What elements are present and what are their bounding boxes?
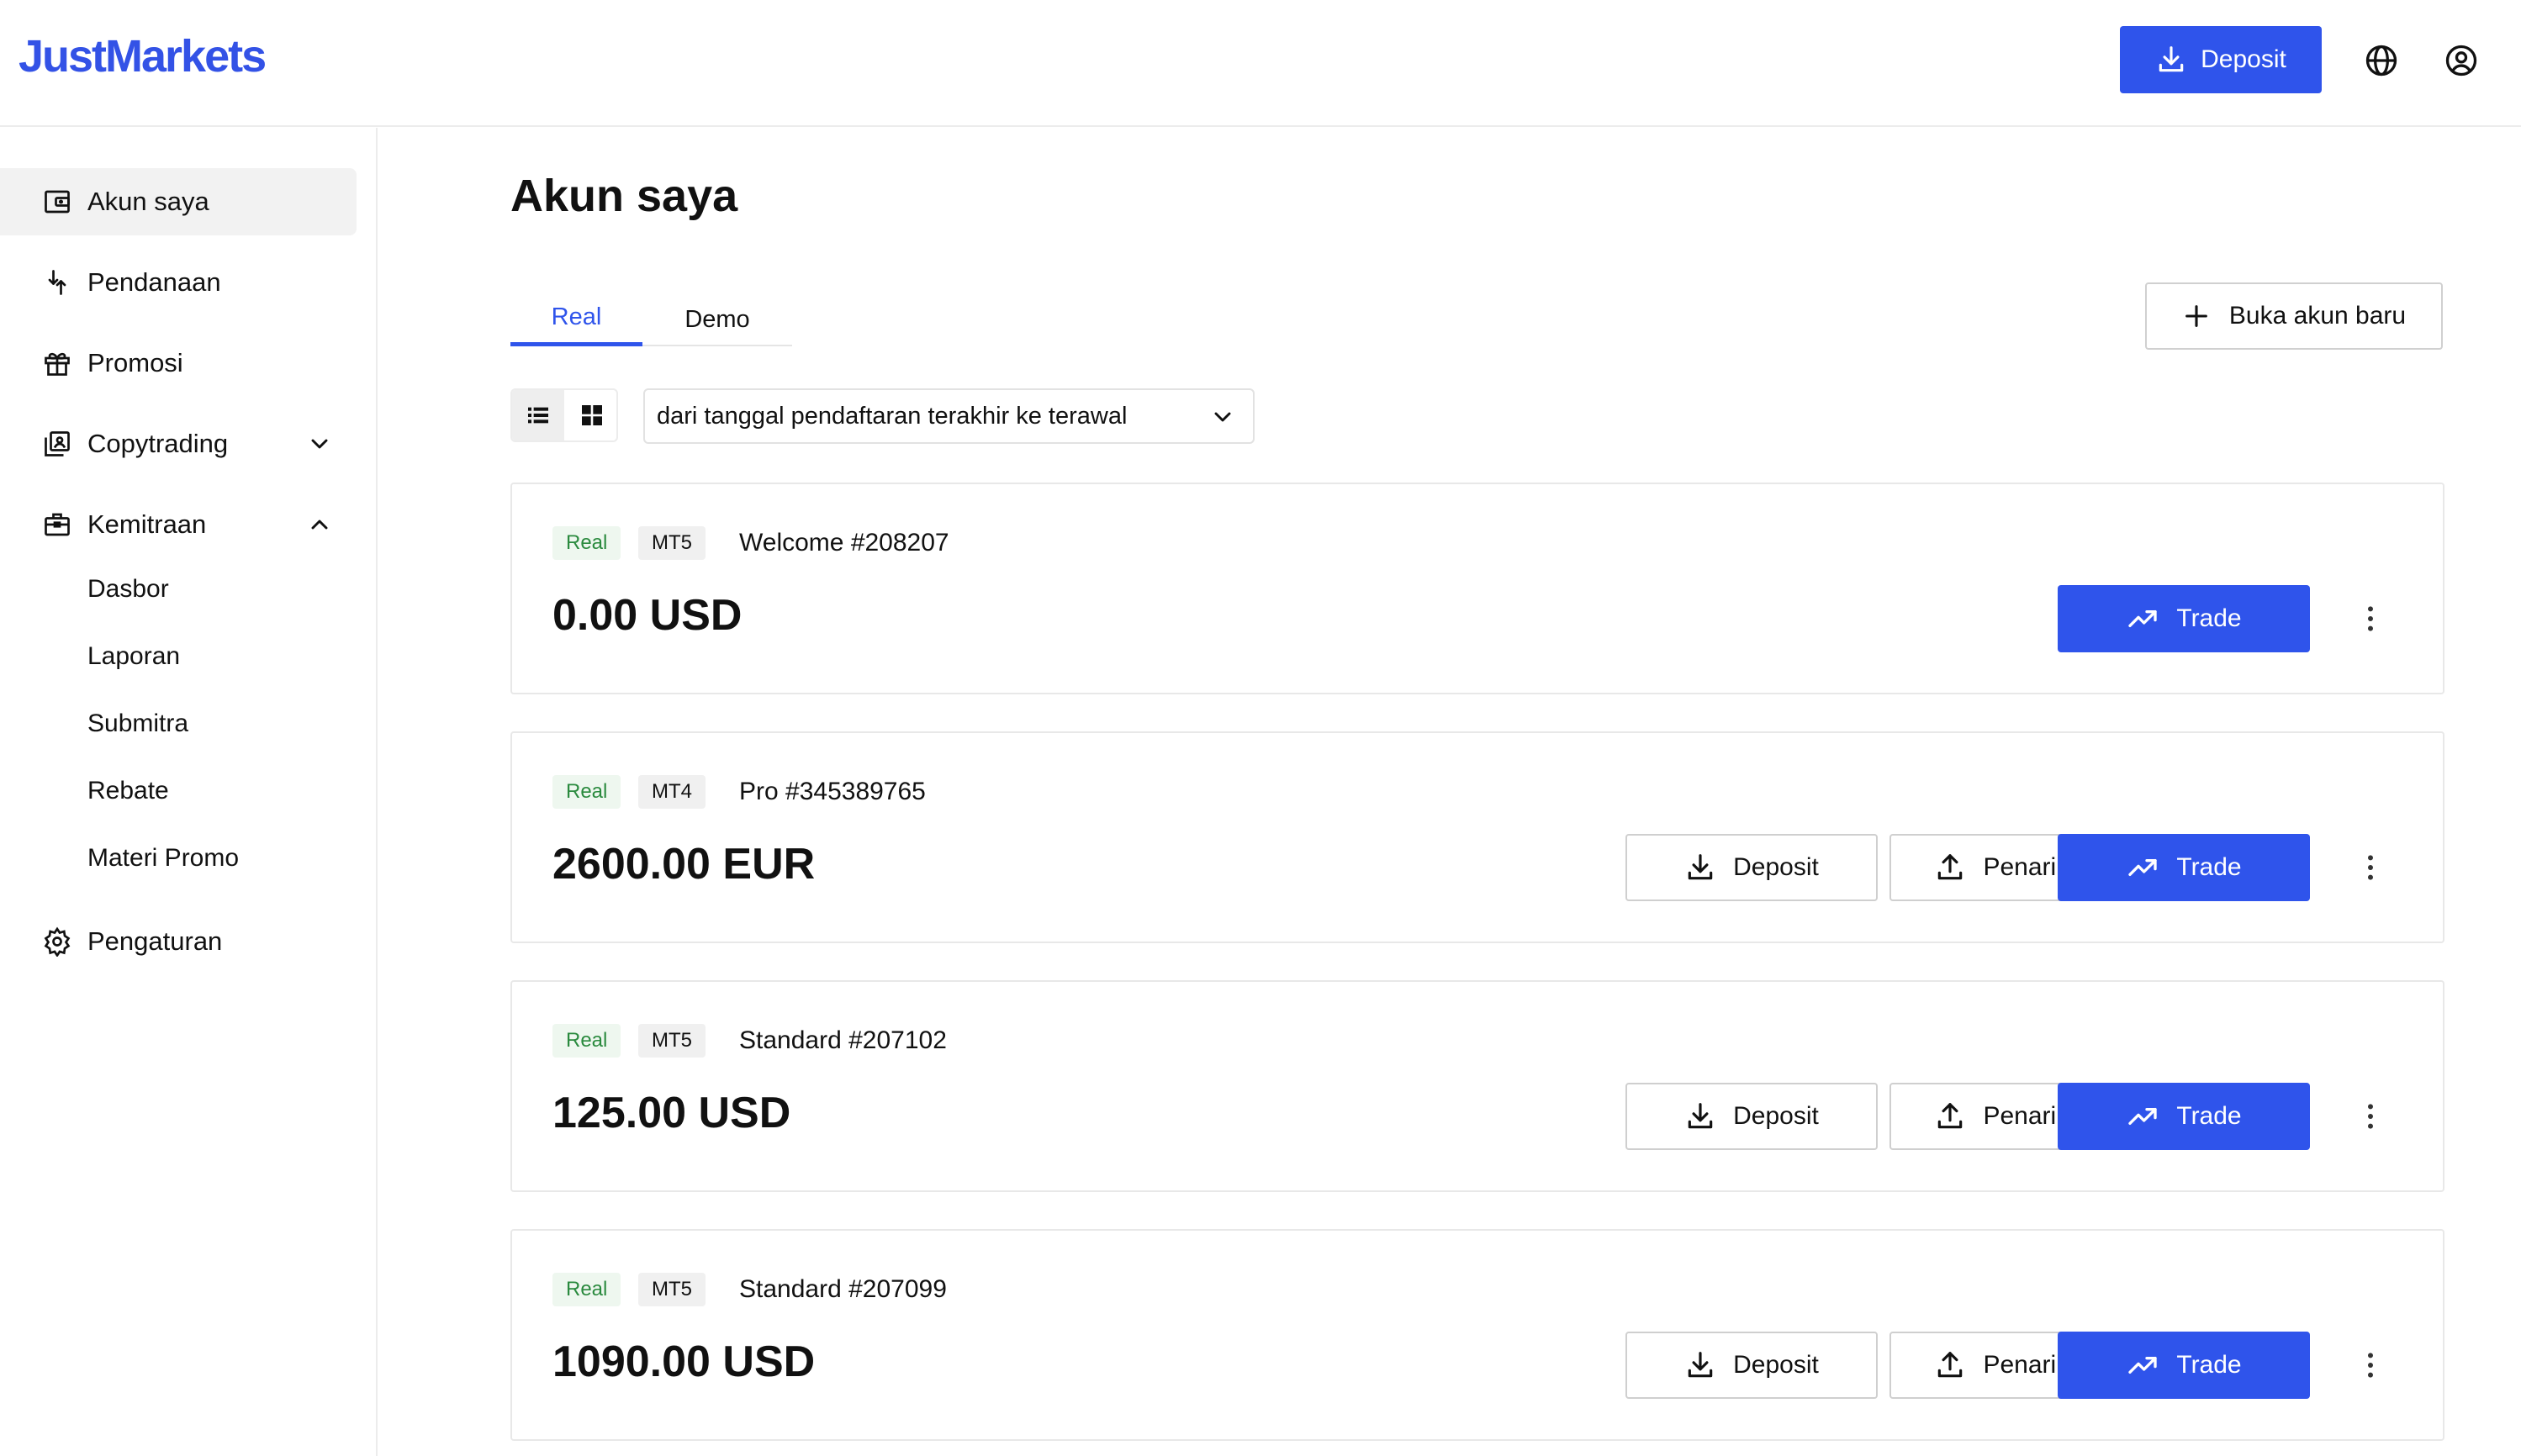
header-deposit-button[interactable]: Deposit xyxy=(2120,26,2322,93)
gift-icon xyxy=(40,346,74,380)
download-icon xyxy=(2155,44,2187,76)
more-options-icon[interactable] xyxy=(2354,602,2387,636)
sidebar: Akun saya Pendanaan Promosi Copytrading … xyxy=(0,128,378,1456)
view-toggle xyxy=(510,388,618,442)
upload-icon xyxy=(1934,1100,1966,1132)
header-deposit-label: Deposit xyxy=(2201,45,2286,73)
sidebar-item-pengaturan[interactable]: Pengaturan xyxy=(0,908,357,975)
trade-label: Trade xyxy=(2176,604,2242,632)
deposit-label: Deposit xyxy=(1733,1351,1819,1379)
trade-button[interactable]: Trade xyxy=(2058,834,2310,901)
account-type-badge: Real xyxy=(552,1273,621,1306)
platform-badge: MT5 xyxy=(638,1024,706,1058)
tab-demo[interactable]: Demo xyxy=(642,293,792,346)
sidebar-subitem-laporan[interactable]: Laporan xyxy=(87,642,180,671)
deposit-button[interactable]: Deposit xyxy=(1625,834,1878,901)
platform-badge: MT4 xyxy=(638,775,706,809)
account-card: Real MT4 Pro #345389765 2600.00 EUR Depo… xyxy=(510,731,2444,943)
sidebar-item-label: Akun saya xyxy=(87,187,209,216)
gear-icon xyxy=(40,925,74,958)
sidebar-subitem-dasbor[interactable]: Dasbor xyxy=(87,575,169,604)
chevron-down-icon[interactable] xyxy=(306,430,333,457)
globe-icon[interactable] xyxy=(2363,42,2400,79)
sidebar-item-copytrading[interactable]: Copytrading xyxy=(0,410,357,477)
sidebar-subitem-materi-promo[interactable]: Materi Promo xyxy=(87,844,239,873)
trade-label: Trade xyxy=(2176,1102,2242,1130)
account-balance: 0.00 USD xyxy=(552,591,743,640)
sidebar-item-promosi[interactable]: Promosi xyxy=(0,330,357,397)
sidebar-item-label: Copytrading xyxy=(87,429,229,458)
sidebar-subitem-submitra[interactable]: Submitra xyxy=(87,710,188,738)
transfer-icon xyxy=(40,266,74,299)
main-content: Akun saya Real Demo Buka akun baru dari … xyxy=(379,128,2521,1456)
upload-icon xyxy=(1934,1349,1966,1381)
sidebar-item-akun-saya[interactable]: Akun saya xyxy=(0,168,357,235)
deposit-button[interactable]: Deposit xyxy=(1625,1083,1878,1150)
sidebar-item-label: Pendanaan xyxy=(87,267,221,297)
account-type-badge: Real xyxy=(552,1024,621,1058)
chevron-down-icon xyxy=(1209,404,1236,430)
trending-up-icon xyxy=(2126,1100,2159,1133)
platform-badge: MT5 xyxy=(638,1273,706,1306)
more-options-icon[interactable] xyxy=(2354,851,2387,884)
tab-real[interactable]: Real xyxy=(510,293,642,346)
account-balance: 1090.00 USD xyxy=(552,1337,816,1386)
sidebar-item-pendanaan[interactable]: Pendanaan xyxy=(0,249,357,316)
more-options-icon[interactable] xyxy=(2354,1348,2387,1382)
trending-up-icon xyxy=(2126,851,2159,884)
trade-button[interactable]: Trade xyxy=(2058,1332,2310,1399)
wallet-icon xyxy=(40,185,74,219)
account-balance: 2600.00 EUR xyxy=(552,840,816,889)
account-type-badge: Real xyxy=(552,775,621,809)
plus-icon xyxy=(2182,302,2211,330)
trade-button[interactable]: Trade xyxy=(2058,585,2310,652)
account-type-badge: Real xyxy=(552,526,621,560)
platform-badge: MT5 xyxy=(638,526,706,560)
sort-select[interactable]: dari tanggal pendaftaran terakhir ke ter… xyxy=(643,388,1255,444)
trending-up-icon xyxy=(2126,1348,2159,1382)
sidebar-item-label: Kemitraan xyxy=(87,509,207,539)
open-new-account-button[interactable]: Buka akun baru xyxy=(2145,282,2443,350)
deposit-label: Deposit xyxy=(1733,853,1819,881)
account-name: Welcome #208207 xyxy=(739,529,949,557)
grid-view-icon[interactable] xyxy=(566,390,618,440)
deposit-button[interactable]: Deposit xyxy=(1625,1332,1878,1399)
more-options-icon[interactable] xyxy=(2354,1100,2387,1133)
top-header: JustMarkets Deposit xyxy=(0,0,2521,127)
open-new-account-label: Buka akun baru xyxy=(2228,302,2407,330)
upload-icon xyxy=(1934,852,1966,884)
chevron-up-icon[interactable] xyxy=(306,511,333,538)
sidebar-item-label: Promosi xyxy=(87,348,183,377)
sidebar-subitem-rebate[interactable]: Rebate xyxy=(87,777,169,805)
account-name: Standard #207099 xyxy=(739,1275,947,1303)
trending-up-icon xyxy=(2126,602,2159,636)
user-icon[interactable] xyxy=(2443,42,2480,79)
account-balance: 125.00 USD xyxy=(552,1089,791,1137)
account-card: Real MT5 Welcome #208207 0.00 USD Trade xyxy=(510,483,2444,694)
page-title: Akun saya xyxy=(510,171,738,221)
account-tabs: Real Demo xyxy=(510,293,792,346)
logo[interactable]: JustMarkets xyxy=(18,30,267,82)
download-icon xyxy=(1684,1100,1716,1132)
download-icon xyxy=(1684,852,1716,884)
account-card: Real MT5 Standard #207099 1090.00 USD De… xyxy=(510,1229,2444,1441)
trade-label: Trade xyxy=(2176,853,2242,881)
copytrading-icon xyxy=(40,427,74,461)
deposit-label: Deposit xyxy=(1733,1102,1819,1130)
sidebar-item-label: Pengaturan xyxy=(87,926,223,956)
download-icon xyxy=(1684,1349,1716,1381)
list-view-icon[interactable] xyxy=(512,390,564,440)
account-name: Pro #345389765 xyxy=(739,778,926,805)
sidebar-item-kemitraan[interactable]: Kemitraan xyxy=(0,491,357,558)
sort-select-value: dari tanggal pendaftaran terakhir ke ter… xyxy=(657,402,1128,430)
trade-button[interactable]: Trade xyxy=(2058,1083,2310,1150)
briefcase-icon xyxy=(40,508,74,541)
account-name: Standard #207102 xyxy=(739,1026,947,1054)
trade-label: Trade xyxy=(2176,1351,2242,1379)
account-card: Real MT5 Standard #207102 125.00 USD Dep… xyxy=(510,980,2444,1192)
